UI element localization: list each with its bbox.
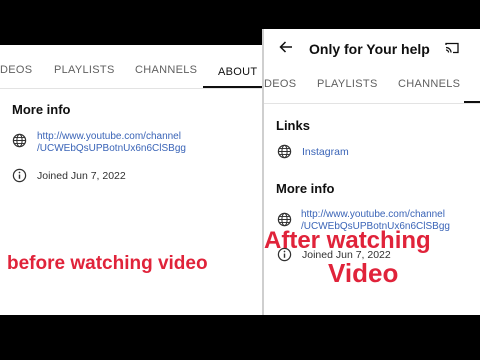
tab-playlists[interactable]: PLAYLISTS <box>54 64 115 76</box>
tabs-divider <box>264 103 480 104</box>
links-heading: Links <box>276 118 310 133</box>
more-info-heading: More info <box>12 102 71 117</box>
channel-url-link[interactable]: http://www.youtube.com/channel /UCWEbQsU… <box>37 131 186 155</box>
more-info-heading: More info <box>276 181 335 196</box>
globe-icon <box>12 133 27 148</box>
channel-title: Only for Your help <box>309 41 430 57</box>
tab-playlists[interactable]: PLAYLISTS <box>317 78 378 90</box>
after-caption-line2: Video <box>328 258 399 288</box>
tab-channels[interactable]: CHANNELS <box>398 78 460 90</box>
channel-url-line1: http://www.youtube.com/channel <box>37 131 181 142</box>
channel-url-line1: http://www.youtube.com/channel <box>301 209 445 220</box>
tab-videos[interactable]: DEOS <box>264 78 296 90</box>
after-screenshot-panel: Only for Your help DEOS PLAYLISTS CHANNE… <box>264 29 480 315</box>
instagram-link[interactable]: Instagram <box>302 146 349 158</box>
globe-icon <box>277 212 292 227</box>
before-caption: before watching video <box>7 253 208 274</box>
tab-about[interactable]: ABOUT <box>218 66 257 78</box>
tab-videos[interactable]: DEOS <box>0 64 32 76</box>
globe-icon <box>277 144 292 159</box>
before-screenshot-panel: DEOS PLAYLISTS CHANNELS ABOUT More info … <box>0 45 262 315</box>
info-icon <box>12 168 27 183</box>
tabs-divider <box>0 88 262 89</box>
after-caption-line1: After watching <box>264 227 431 254</box>
back-arrow-icon[interactable] <box>279 41 293 53</box>
tab-channels[interactable]: CHANNELS <box>135 64 197 76</box>
cast-icon[interactable] <box>445 42 459 54</box>
joined-date: Joined Jun 7, 2022 <box>37 170 126 182</box>
channel-url-line2: /UCWEbQsUPBotnUx6n6ClSBgg <box>37 143 186 154</box>
